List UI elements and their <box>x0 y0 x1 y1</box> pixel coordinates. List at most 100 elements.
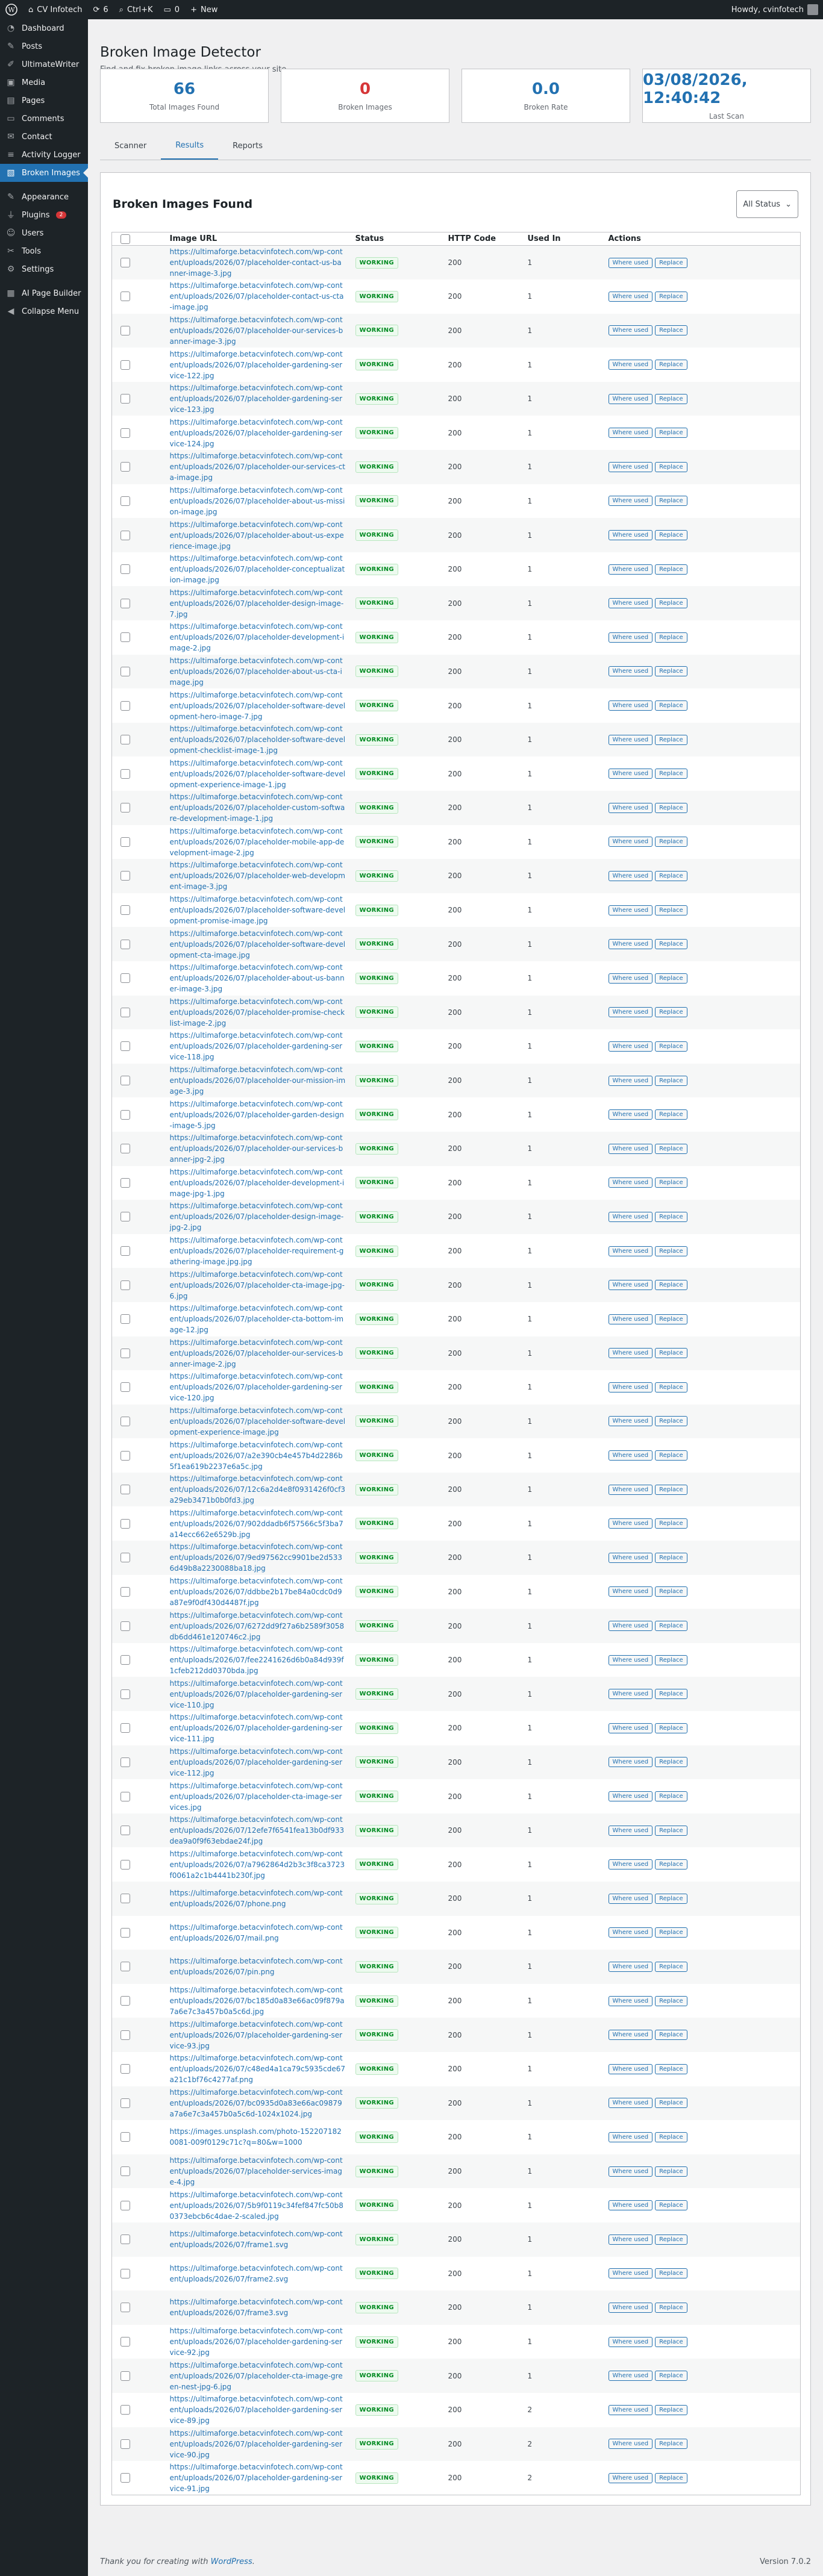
replace-button[interactable]: Replace <box>655 393 687 404</box>
replace-button[interactable]: Replace <box>655 1723 687 1733</box>
where-used-button[interactable]: Where used <box>608 2439 653 2450</box>
image-url-link[interactable]: https://ultimaforge.betacvinfotech.com/w… <box>170 314 346 347</box>
where-used-button[interactable]: Where used <box>608 1007 653 1018</box>
row-checkbox[interactable] <box>120 1212 130 1222</box>
replace-button[interactable]: Replace <box>655 939 687 950</box>
replace-button[interactable]: Replace <box>655 1484 687 1495</box>
image-url-link[interactable]: https://ultimaforge.betacvinfotech.com/w… <box>170 758 346 790</box>
image-url-link[interactable]: https://ultimaforge.betacvinfotech.com/w… <box>170 1541 346 1574</box>
row-checkbox[interactable] <box>120 2098 130 2108</box>
image-url-link[interactable]: https://ultimaforge.betacvinfotech.com/w… <box>170 1848 346 1881</box>
replace-button[interactable]: Replace <box>655 1382 687 1392</box>
where-used-button[interactable]: Where used <box>608 1723 653 1733</box>
row-checkbox[interactable] <box>120 1280 130 1290</box>
replace-button[interactable]: Replace <box>655 1689 687 1700</box>
sidebar-item-media[interactable]: ▣ Media <box>0 73 88 92</box>
where-used-button[interactable]: Where used <box>608 1518 653 1529</box>
image-url-link[interactable]: https://ultimaforge.betacvinfotech.com/w… <box>170 1473 346 1506</box>
replace-button[interactable]: Replace <box>655 734 687 745</box>
where-used-button[interactable]: Where used <box>608 564 653 575</box>
image-url-link[interactable]: https://ultimaforge.betacvinfotech.com/w… <box>170 553 346 585</box>
where-used-button[interactable]: Where used <box>608 291 653 302</box>
where-used-button[interactable]: Where used <box>608 2200 653 2211</box>
replace-button[interactable]: Replace <box>655 1416 687 1427</box>
select-all-checkbox[interactable] <box>120 234 130 244</box>
row-checkbox[interactable] <box>120 769 130 779</box>
sidebar-item-ai-page-builder[interactable]: ▦ AI Page Builder <box>0 284 88 302</box>
row-checkbox[interactable] <box>120 837 130 847</box>
replace-button[interactable]: Replace <box>655 325 687 336</box>
image-url-link[interactable]: https://ultimaforge.betacvinfotech.com/w… <box>170 485 346 517</box>
replace-button[interactable]: Replace <box>655 700 687 711</box>
row-checkbox[interactable] <box>120 1450 130 1461</box>
row-checkbox[interactable] <box>120 1757 130 1767</box>
site-name-link[interactable]: ⌂ CV Infotech <box>23 0 87 19</box>
image-url-link[interactable]: https://images.unsplash.com/photo-152207… <box>170 2126 346 2148</box>
row-checkbox[interactable] <box>120 1553 130 1563</box>
row-checkbox[interactable] <box>120 325 130 335</box>
row-checkbox[interactable] <box>120 2268 130 2278</box>
image-url-link[interactable]: https://ultimaforge.betacvinfotech.com/w… <box>170 1235 346 1267</box>
row-checkbox[interactable] <box>120 360 130 370</box>
account-menu[interactable]: Howdy, cvinfotech <box>726 0 823 19</box>
row-checkbox[interactable] <box>120 2303 130 2313</box>
image-url-link[interactable]: https://ultimaforge.betacvinfotech.com/w… <box>170 2189 346 2222</box>
row-checkbox[interactable] <box>120 530 130 540</box>
tab-scanner[interactable]: Scanner <box>100 132 161 160</box>
sidebar-item-dashboard[interactable]: ◔ Dashboard <box>0 19 88 37</box>
image-url-link[interactable]: https://ultimaforge.betacvinfotech.com/w… <box>170 2087 346 2119</box>
row-checkbox[interactable] <box>120 1382 130 1392</box>
where-used-button[interactable]: Where used <box>608 1416 653 1427</box>
image-url-link[interactable]: https://ultimaforge.betacvinfotech.com/w… <box>170 723 346 756</box>
where-used-button[interactable]: Where used <box>608 2098 653 2109</box>
image-url-link[interactable]: https://ultimaforge.betacvinfotech.com/w… <box>170 928 346 961</box>
replace-button[interactable]: Replace <box>655 1791 687 1802</box>
image-url-link[interactable]: https://ultimaforge.betacvinfotech.com/w… <box>170 382 346 415</box>
where-used-button[interactable]: Where used <box>608 1280 653 1291</box>
replace-button[interactable]: Replace <box>655 1518 687 1529</box>
row-checkbox[interactable] <box>120 462 130 472</box>
replace-button[interactable]: Replace <box>655 1552 687 1563</box>
replace-button[interactable]: Replace <box>655 2404 687 2415</box>
replace-button[interactable]: Replace <box>655 564 687 575</box>
tab-reports[interactable]: Reports <box>218 132 277 160</box>
row-checkbox[interactable] <box>120 1109 130 1120</box>
where-used-button[interactable]: Where used <box>608 1621 653 1632</box>
where-used-button[interactable]: Where used <box>608 1927 653 1938</box>
where-used-button[interactable]: Where used <box>608 666 653 677</box>
where-used-button[interactable]: Where used <box>608 393 653 404</box>
row-checkbox[interactable] <box>120 394 130 404</box>
image-url-link[interactable]: https://ultimaforge.betacvinfotech.com/w… <box>170 417 346 449</box>
replace-button[interactable]: Replace <box>655 802 687 813</box>
image-url-link[interactable]: https://ultimaforge.betacvinfotech.com/w… <box>170 2155 346 2188</box>
row-checkbox[interactable] <box>120 2337 130 2347</box>
image-url-link[interactable]: https://ultimaforge.betacvinfotech.com/w… <box>170 791 346 824</box>
where-used-button[interactable]: Where used <box>608 1109 653 1120</box>
sidebar-item-broken-images[interactable]: ▧ Broken Images <box>0 164 88 182</box>
image-url-link[interactable]: https://ultimaforge.betacvinfotech.com/w… <box>170 1814 346 1847</box>
where-used-button[interactable]: Where used <box>608 1791 653 1802</box>
image-url-link[interactable]: https://ultimaforge.betacvinfotech.com/w… <box>170 1985 346 2017</box>
where-used-button[interactable]: Where used <box>608 973 653 984</box>
row-checkbox[interactable] <box>120 2405 130 2415</box>
row-checkbox[interactable] <box>120 2132 130 2142</box>
wordpress-logo-icon[interactable]: W <box>0 0 23 19</box>
replace-button[interactable]: Replace <box>655 1143 687 1154</box>
where-used-button[interactable]: Where used <box>608 1689 653 1700</box>
row-checkbox[interactable] <box>120 1791 130 1801</box>
image-url-link[interactable]: https://ultimaforge.betacvinfotech.com/w… <box>170 1132 346 1165</box>
image-url-link[interactable]: https://ultimaforge.betacvinfotech.com/w… <box>170 1303 346 1335</box>
where-used-button[interactable]: Where used <box>608 1211 653 1222</box>
where-used-button[interactable]: Where used <box>608 1041 653 1052</box>
sidebar-item-users[interactable]: ☺ Users <box>0 224 88 242</box>
image-url-link[interactable]: https://ultimaforge.betacvinfotech.com/w… <box>170 1508 346 1540</box>
where-used-button[interactable]: Where used <box>608 530 653 541</box>
row-checkbox[interactable] <box>120 735 130 745</box>
row-checkbox[interactable] <box>120 871 130 881</box>
replace-button[interactable]: Replace <box>655 2234 687 2245</box>
image-url-link[interactable]: https://ultimaforge.betacvinfotech.com/w… <box>170 1576 346 1608</box>
row-checkbox[interactable] <box>120 632 130 643</box>
where-used-button[interactable]: Where used <box>608 837 653 847</box>
where-used-button[interactable]: Where used <box>608 1586 653 1597</box>
image-url-link[interactable]: https://ultimaforge.betacvinfotech.com/w… <box>170 1371 346 1403</box>
